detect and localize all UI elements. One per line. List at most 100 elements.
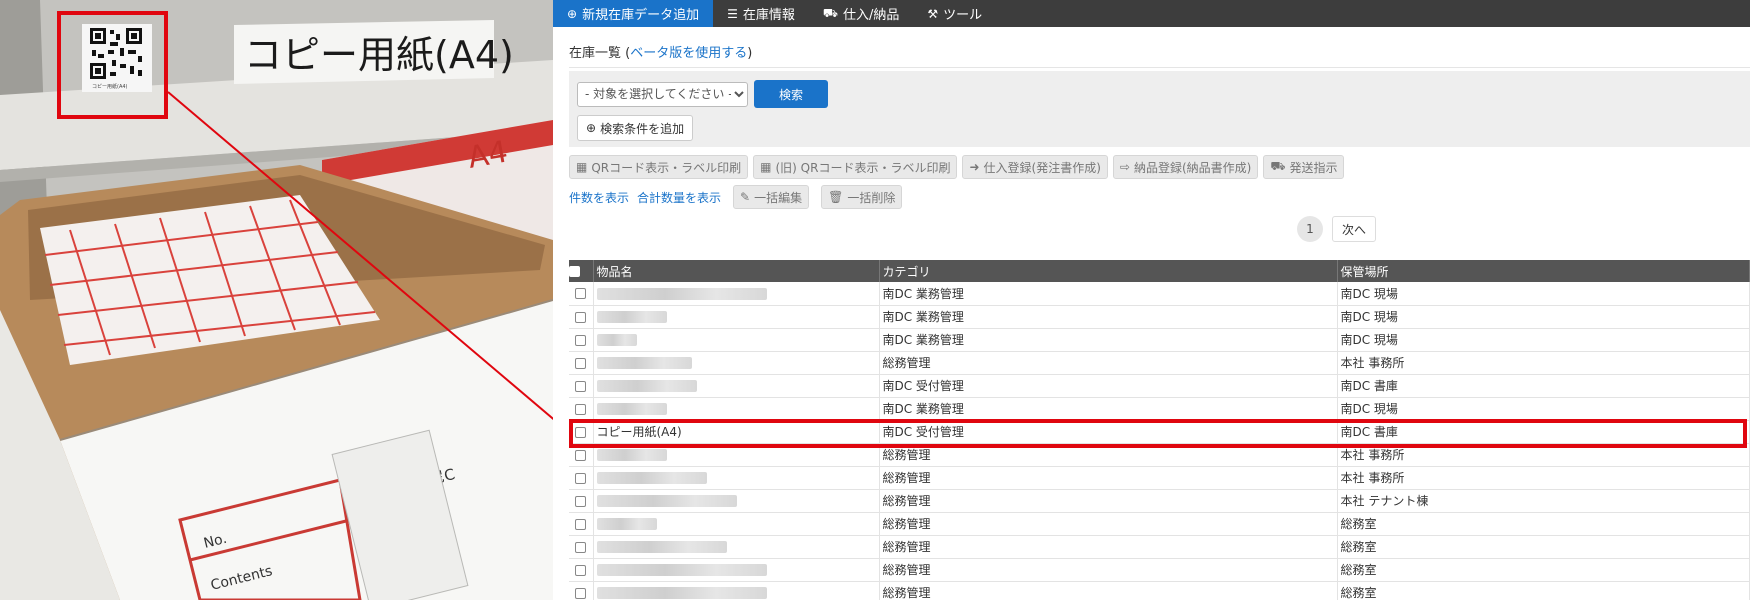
item-name-cell[interactable]: コピー用紙(A4) (593, 420, 880, 444)
purchase-register-label: 仕入登録(発注書作成) (983, 160, 1101, 175)
item-name-cell[interactable] (593, 282, 880, 306)
trash-icon: 🗑 (828, 190, 844, 204)
show-total-link[interactable]: 合計数量を表示 (637, 189, 721, 206)
row-checkbox[interactable] (575, 564, 587, 576)
location-cell: 南DC 現場 (1337, 328, 1750, 352)
beta-version-link[interactable]: ベータ版を使用する (630, 46, 747, 61)
bulk-delete-button[interactable]: 🗑 一括削除 (821, 185, 903, 209)
row-checkbox[interactable] (575, 449, 587, 461)
table-row[interactable]: 総務管理 本社 事務所 (569, 443, 1750, 467)
truck-loading-icon: ⛟ (822, 5, 838, 20)
row-checkbox-cell (569, 328, 594, 352)
table-row[interactable]: 南DC 業務管理 南DC 現場 (569, 328, 1750, 352)
purchase-register-button[interactable]: ➜ 仕入登録(発注書作成) (962, 155, 1108, 179)
row-checkbox-cell (569, 443, 594, 467)
old-qr-label-print-button[interactable]: ▦ (旧) QRコード表示・ラベル印刷 (753, 155, 958, 179)
row-checkbox-cell (569, 420, 594, 444)
table-row[interactable]: 南DC 業務管理 南DC 現場 (569, 397, 1750, 421)
page-title: 在庫一覧 (ベータ版を使用する) (553, 27, 1750, 67)
item-name-cell[interactable] (593, 489, 880, 513)
table-row[interactable]: 南DC 受付管理 南DC 書庫 (569, 374, 1750, 398)
item-name-cell[interactable] (593, 328, 880, 352)
item-name-cell[interactable] (593, 535, 880, 559)
row-checkbox[interactable] (575, 472, 587, 484)
select-all-checkbox[interactable] (569, 266, 580, 277)
row-checkbox-cell (569, 535, 594, 559)
nav-purchase-delivery[interactable]: ⛟ 仕入/納品 (809, 0, 914, 27)
table-row[interactable]: コピー用紙(A4) 南DC 受付管理 南DC 書庫 (569, 420, 1750, 444)
header-location[interactable]: 保管場所 (1337, 260, 1750, 282)
item-name-cell[interactable] (593, 374, 880, 398)
nav-inventory-info[interactable]: ☰ 在庫情報 (713, 0, 809, 27)
table-row[interactable]: 総務管理 本社 事務所 (569, 466, 1750, 490)
item-name-cell[interactable] (593, 581, 880, 600)
table-row[interactable]: 総務管理 本社 テナント棟 (569, 489, 1750, 513)
location-cell: 南DC 現場 (1337, 282, 1750, 306)
search-target-select[interactable]: - 対象を選択してください - (577, 81, 748, 107)
redacted-item-name (596, 587, 767, 599)
item-name-cell[interactable] (593, 351, 880, 375)
shelf-illustration: コピー用紙(A4) コピー用紙(A4) A4 No. Contents (0, 0, 553, 600)
row-checkbox-cell (569, 282, 594, 306)
qr-label-print-button[interactable]: ▦ QRコード表示・ラベル印刷 (569, 155, 749, 179)
table-row[interactable]: 南DC 業務管理 南DC 現場 (569, 282, 1750, 306)
row-checkbox[interactable] (575, 426, 587, 438)
redacted-item-name (596, 518, 657, 530)
row-checkbox[interactable] (575, 541, 587, 553)
table-row[interactable]: 総務管理 本社 事務所 (569, 351, 1750, 375)
search-panel: - 対象を選択してください - 検索 ⊕ 検索条件を追加 (569, 71, 1750, 147)
location-cell: 南DC 書庫 (1337, 374, 1750, 398)
bulk-edit-button[interactable]: ✎ 一括編集 (733, 185, 810, 209)
redacted-item-name (596, 495, 737, 507)
nav-new-inventory[interactable]: ⊕ 新規在庫データ追加 (553, 0, 714, 27)
table-row[interactable]: 南DC 業務管理 南DC 現場 (569, 305, 1750, 329)
delivery-register-label: 納品登録(納品書作成) (1133, 160, 1252, 175)
page-current[interactable]: 1 (1297, 216, 1323, 242)
row-checkbox[interactable] (575, 380, 587, 392)
nav-inventory-info-label: 在庫情報 (742, 8, 795, 23)
location-cell: 本社 事務所 (1337, 443, 1750, 467)
sign-out-icon: ⇨ (1119, 160, 1130, 174)
row-checkbox[interactable] (575, 587, 587, 599)
table-row[interactable]: 総務管理 総務室 (569, 535, 1750, 559)
inventory-app: ⊕ 新規在庫データ追加 ☰ 在庫情報 ⛟ 仕入/納品 ⚒ ツール 在庫一覧 (ベ… (553, 0, 1750, 600)
item-name-cell[interactable] (593, 512, 880, 536)
row-checkbox[interactable] (575, 403, 587, 415)
list-icon: ☰ (727, 6, 738, 21)
row-checkbox[interactable] (575, 518, 587, 530)
table-row[interactable]: 総務管理 総務室 (569, 558, 1750, 582)
row-checkbox[interactable] (575, 288, 587, 300)
redacted-item-name (596, 380, 697, 392)
location-cell: 南DC 現場 (1337, 305, 1750, 329)
header-item-name[interactable]: 物品名 (593, 260, 880, 282)
redacted-item-name (596, 564, 767, 576)
item-name-cell[interactable] (593, 443, 880, 467)
delivery-register-button[interactable]: ⇨ 納品登録(納品書作成) (1112, 155, 1259, 179)
row-checkbox[interactable] (575, 311, 587, 323)
ream-a4-text: A4 (465, 135, 510, 176)
shipping-instruction-button[interactable]: ⛟ 発送指示 (1263, 155, 1345, 179)
item-name-cell[interactable] (593, 558, 880, 582)
table-row[interactable]: 総務管理 総務室 (569, 581, 1750, 600)
toolbox-icon: ⚒ (927, 6, 939, 21)
show-count-link[interactable]: 件数を表示 (569, 189, 629, 206)
add-condition-button[interactable]: ⊕ 検索条件を追加 (577, 115, 694, 141)
header-category[interactable]: カテゴリ (879, 260, 1338, 282)
search-button[interactable]: 検索 (754, 80, 828, 108)
category-cell: 総務管理 (879, 558, 1338, 582)
add-condition-label: 検索条件を追加 (600, 121, 685, 136)
row-checkbox[interactable] (575, 495, 587, 507)
table-row[interactable]: 総務管理 総務室 (569, 512, 1750, 536)
page-next-button[interactable]: 次へ (1332, 216, 1377, 242)
bulk-edit-label: 一括編集 (754, 190, 803, 205)
category-cell: 総務管理 (879, 535, 1338, 559)
item-name-cell[interactable] (593, 397, 880, 421)
item-name-cell[interactable] (593, 305, 880, 329)
nav-tools-label: ツール (943, 8, 983, 23)
nav-tools[interactable]: ⚒ ツール (913, 0, 996, 27)
row-checkbox[interactable] (575, 334, 587, 346)
item-name-cell[interactable] (593, 466, 880, 490)
top-navigation: ⊕ 新規在庫データ追加 ☰ 在庫情報 ⛟ 仕入/納品 ⚒ ツール (553, 0, 1750, 27)
row-checkbox-cell (569, 581, 594, 600)
row-checkbox[interactable] (575, 357, 587, 369)
